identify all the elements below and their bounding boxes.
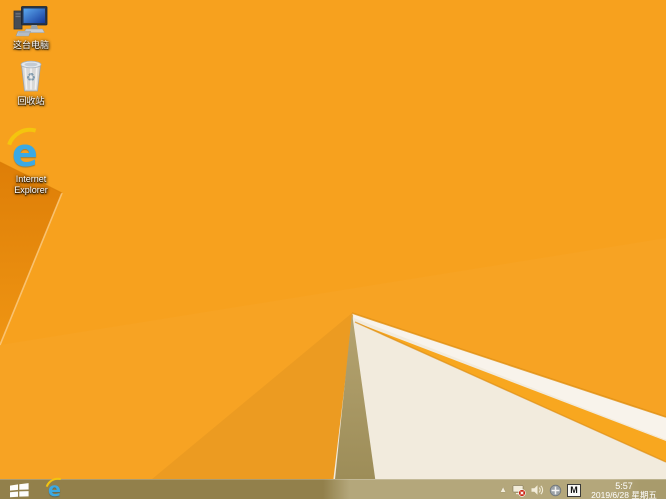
network-disconnected-icon[interactable] xyxy=(512,483,526,497)
desktop-icon-this-pc[interactable]: 这台电脑 xyxy=(0,4,62,51)
ime-indicator[interactable]: M xyxy=(567,483,581,497)
windows-desktop: { "wallpaper": { "base_color": "#F7A11E"… xyxy=(0,0,666,499)
ime-mode-letter: M xyxy=(570,484,578,495)
recycle-bin-label: 回收站 xyxy=(17,96,45,106)
taskbar: e ▲ M 5:57 2019/6/28 星期五 xyxy=(0,473,666,499)
windows-logo-icon xyxy=(9,483,29,498)
tray-utility-circle-icon[interactable] xyxy=(549,483,562,497)
system-tray: ▲ M 5:57 2019/6/28 星期五 xyxy=(499,480,666,499)
hidden-icons-chevron-icon[interactable]: ▲ xyxy=(499,483,507,497)
taskbar-ie-icon: e xyxy=(41,473,73,499)
desktop-icon-internet-explorer[interactable]: e Internet Explorer xyxy=(0,119,62,196)
this-pc-label: 这台电脑 xyxy=(12,40,49,50)
internet-explorer-icon: e xyxy=(0,119,60,181)
clock-date: 2019/6/28 星期五 xyxy=(591,489,657,499)
desktop-wallpaper[interactable] xyxy=(0,0,666,499)
desktop-icon-recycle-bin[interactable]: ♻ 回收站 xyxy=(0,58,62,107)
start-button[interactable] xyxy=(7,482,31,499)
svg-text:♻: ♻ xyxy=(26,71,36,84)
volume-icon[interactable] xyxy=(531,483,544,497)
clock-time: 5:57 xyxy=(615,480,633,491)
recycle-bin-icon: ♻ xyxy=(20,60,42,92)
taskbar-ie-button[interactable]: e xyxy=(41,473,73,499)
this-pc-icon xyxy=(13,6,48,37)
internet-explorer-label: Internet Explorer xyxy=(14,174,48,195)
taskbar-clock[interactable]: 5:57 2019/6/28 星期五 xyxy=(586,481,662,499)
